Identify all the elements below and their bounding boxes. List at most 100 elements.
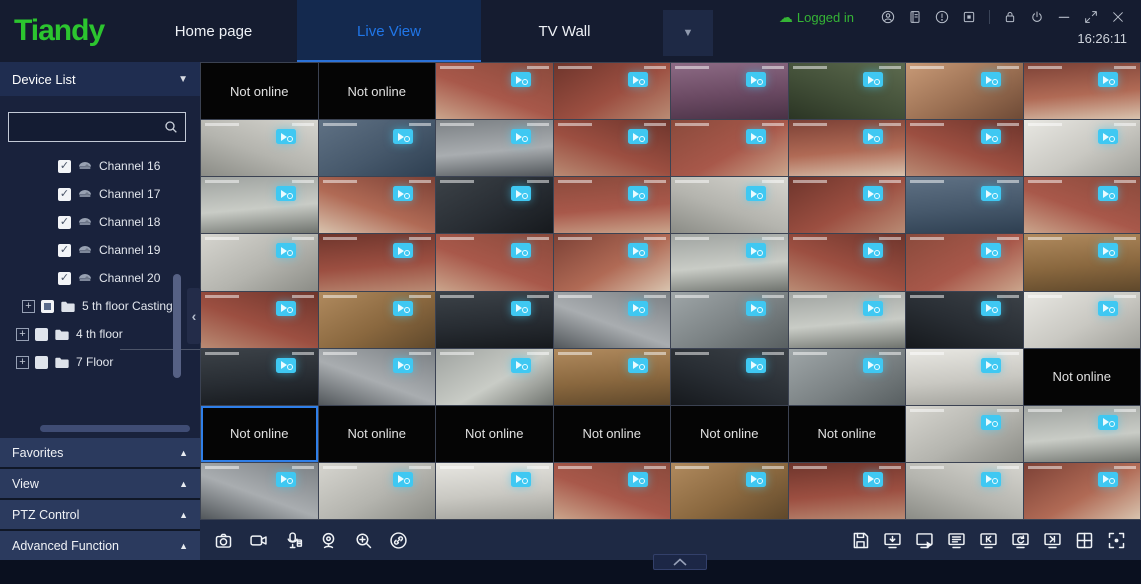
tree-item-folder[interactable]: +5 th floor Casting (0, 292, 200, 320)
account-icon[interactable] (879, 8, 897, 26)
video-cell-live[interactable] (554, 349, 671, 405)
video-cell-live[interactable] (1024, 463, 1141, 519)
video-cell-live[interactable] (319, 349, 436, 405)
fullscreen-icon[interactable] (1105, 529, 1127, 551)
tab-live-view[interactable]: Live View (297, 0, 481, 62)
monitor-play-icon[interactable] (913, 529, 935, 551)
grid-split-icon[interactable] (1073, 529, 1095, 551)
checkbox-checked[interactable]: ✓ (58, 188, 71, 201)
video-cell-live[interactable] (671, 177, 788, 233)
video-cell-offline[interactable]: Not online (319, 406, 436, 462)
video-cell-live[interactable] (671, 463, 788, 519)
video-cell-live[interactable] (789, 463, 906, 519)
checkbox-checked[interactable]: ✓ (58, 244, 71, 257)
snapshot-icon[interactable] (212, 529, 234, 551)
tree-item-channel[interactable]: ✓Channel 17 (0, 180, 200, 208)
monitor-cycle-icon[interactable] (1009, 529, 1031, 551)
talk-icon[interactable] (282, 529, 304, 551)
video-cell-live[interactable] (554, 292, 671, 348)
video-cell-live[interactable] (201, 177, 318, 233)
tab-home-page[interactable]: Home page (130, 0, 297, 62)
video-cell-live[interactable] (789, 349, 906, 405)
monitor-list-icon[interactable] (945, 529, 967, 551)
video-cell-live[interactable] (906, 349, 1023, 405)
record-icon[interactable] (247, 529, 269, 551)
video-cell-live[interactable] (1024, 120, 1141, 176)
video-cell-live[interactable] (436, 120, 553, 176)
video-cell-offline[interactable]: Not online (436, 406, 553, 462)
video-cell-live[interactable] (1024, 63, 1141, 119)
video-cell-live[interactable] (319, 120, 436, 176)
video-cell-live[interactable] (436, 177, 553, 233)
save-icon[interactable] (849, 529, 871, 551)
minimize-icon[interactable] (1055, 8, 1073, 26)
video-cell-live[interactable] (436, 349, 553, 405)
expand-plus-icon[interactable]: + (16, 328, 29, 341)
expand-plus-icon[interactable]: + (16, 356, 29, 369)
checkbox-unchecked[interactable] (35, 328, 48, 341)
video-cell-live[interactable] (1024, 234, 1141, 290)
video-cell-live[interactable] (554, 120, 671, 176)
video-cell-live[interactable] (319, 463, 436, 519)
video-cell-live[interactable] (554, 63, 671, 119)
video-cell-offline[interactable]: Not online (1024, 349, 1141, 405)
video-cell-live[interactable] (671, 234, 788, 290)
expand-icon[interactable] (1082, 8, 1100, 26)
toolbar-collapse-button[interactable] (653, 554, 707, 570)
journal-icon[interactable] (906, 8, 924, 26)
dome-icon[interactable] (317, 529, 339, 551)
video-cell-live[interactable] (906, 234, 1023, 290)
power-icon[interactable] (1028, 8, 1046, 26)
section-view[interactable]: View▲ (0, 469, 200, 498)
video-cell-offline[interactable]: Not online (319, 63, 436, 119)
alert-icon[interactable] (933, 8, 951, 26)
video-cell-live[interactable] (906, 292, 1023, 348)
link-icon[interactable] (387, 529, 409, 551)
checkbox-checked[interactable]: ✓ (58, 216, 71, 229)
video-cell-live[interactable] (1024, 177, 1141, 233)
video-cell-offline[interactable]: Not online (201, 63, 318, 119)
video-cell-live[interactable] (319, 292, 436, 348)
video-cell-live[interactable] (436, 463, 553, 519)
device-search-input[interactable] (9, 113, 185, 141)
video-cell-live[interactable] (554, 177, 671, 233)
video-cell-offline[interactable]: Not online (671, 406, 788, 462)
record-square-icon[interactable] (960, 8, 978, 26)
section-ptz-control[interactable]: PTZ Control▲ (0, 500, 200, 529)
video-cell-live[interactable] (201, 463, 318, 519)
video-cell-live[interactable] (554, 463, 671, 519)
section-favorites[interactable]: Favorites▲ (0, 438, 200, 467)
video-cell-live[interactable] (906, 120, 1023, 176)
video-cell-live[interactable] (436, 63, 553, 119)
sidebar-collapse-handle[interactable]: ‹ (187, 288, 201, 344)
video-cell-live[interactable] (789, 234, 906, 290)
device-list-header[interactable]: Device List ▼ (0, 62, 200, 96)
video-cell-live[interactable] (201, 234, 318, 290)
section-advanced-function[interactable]: Advanced Function▲ (0, 531, 200, 560)
checkbox-checked[interactable]: ✓ (58, 272, 71, 285)
close-icon[interactable] (1109, 8, 1127, 26)
monitor-next-icon[interactable] (1041, 529, 1063, 551)
expand-plus-icon[interactable]: + (22, 300, 35, 313)
tab-tv-wall[interactable]: TV Wall (481, 0, 648, 62)
monitor-prev-icon[interactable] (977, 529, 999, 551)
tree-item-channel[interactable]: ✓Channel 19 (0, 236, 200, 264)
tree-item-channel[interactable]: ✓Channel 16 (0, 152, 200, 180)
video-cell-offline[interactable]: Not online (789, 406, 906, 462)
checkbox-checked[interactable]: ✓ (58, 160, 71, 173)
video-cell-live[interactable] (436, 234, 553, 290)
video-cell-offline[interactable]: Not online (554, 406, 671, 462)
ezoom-icon[interactable] (352, 529, 374, 551)
video-cell-live[interactable] (671, 349, 788, 405)
video-cell-live[interactable] (671, 292, 788, 348)
lock-icon[interactable] (1001, 8, 1019, 26)
video-cell-live[interactable] (1024, 406, 1141, 462)
more-tabs-button[interactable]: ▼ (663, 10, 713, 56)
tree-item-channel[interactable]: ✓Channel 18 (0, 208, 200, 236)
video-cell-live[interactable] (671, 120, 788, 176)
video-cell-live[interactable] (671, 63, 788, 119)
tree-horizontal-scrollbar[interactable] (40, 425, 190, 432)
tree-item-channel[interactable]: ✓Channel 20 (0, 264, 200, 292)
video-cell-live[interactable] (789, 292, 906, 348)
video-cell-live[interactable] (1024, 292, 1141, 348)
